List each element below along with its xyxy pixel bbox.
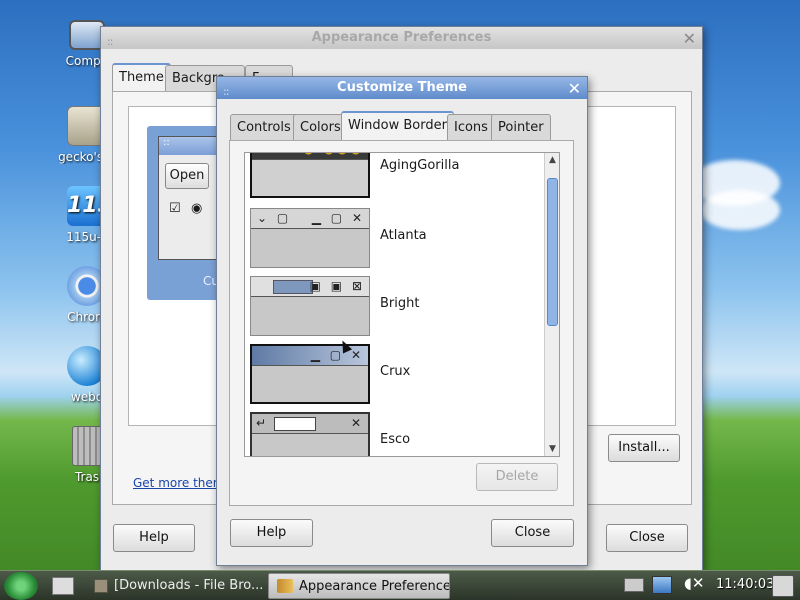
tab-pointer[interactable]: Pointer: [491, 114, 551, 140]
tab-label: Colors: [300, 120, 341, 135]
taskbar: [Downloads - File Bro... Appearance Pref…: [0, 570, 800, 600]
close-icon[interactable]: ✕: [683, 28, 696, 49]
delete-button[interactable]: Delete: [476, 463, 558, 491]
window-border-list[interactable]: ● ●●● AgingGorilla ⌄ ▢ ▁ ▢ ✕ Atlanta ▣ ▣…: [244, 152, 560, 457]
border-name: Esco: [380, 432, 411, 447]
border-name: Crux: [380, 364, 411, 379]
help-label: Help: [139, 530, 169, 545]
preview-checkbox-icon: ☑: [169, 201, 181, 216]
tray-app-icon[interactable]: [772, 575, 794, 597]
close-label: Close: [514, 525, 551, 540]
list-item[interactable]: ⌄ ▢ ▁ ▢ ✕ Atlanta: [250, 208, 540, 268]
border-preview-aginggorilla: ● ●●●: [250, 153, 370, 198]
list-item[interactable]: ● ●●● AgingGorilla: [250, 153, 540, 198]
network-icon[interactable]: [652, 576, 672, 594]
appearance-help-button[interactable]: Help: [113, 524, 195, 552]
file-browser-icon: [94, 579, 108, 593]
delete-label: Delete: [495, 469, 539, 484]
window-title: Appearance Preferences: [311, 30, 492, 45]
tab-window-border[interactable]: Window Border: [341, 111, 454, 140]
appearance-titlebar[interactable]: :: Appearance Preferences ✕: [101, 27, 702, 49]
tab-controls[interactable]: Controls: [230, 114, 298, 140]
dialog-close-button[interactable]: Close: [491, 519, 574, 547]
border-name: Atlanta: [380, 228, 427, 243]
appearance-close-button[interactable]: Close: [606, 524, 688, 552]
tab-label: Controls: [237, 120, 291, 135]
help-label: Help: [256, 525, 287, 540]
scroll-down-icon[interactable]: ▼: [545, 442, 559, 456]
list-item[interactable]: ▁ ▢ ✕ Crux: [250, 344, 540, 404]
preview-open-button: Open: [165, 163, 209, 189]
border-preview-esco: ↵ ✕: [250, 412, 370, 456]
trash-icon: [72, 426, 102, 466]
customize-titlebar[interactable]: :: Customize Theme ✕: [217, 77, 587, 99]
list-item[interactable]: ↵ ✕ Esco: [250, 412, 540, 456]
task-label: Appearance Preferences: [299, 579, 450, 594]
keyboard-icon[interactable]: [624, 578, 644, 592]
close-icon[interactable]: ✕: [568, 78, 581, 99]
install-button[interactable]: Install...: [608, 434, 680, 462]
tab-label: Theme: [119, 70, 164, 85]
preview-radio-icon: ◉: [191, 201, 203, 216]
scrollbar-thumb[interactable]: [547, 178, 558, 326]
tab-label: Pointer: [498, 120, 544, 135]
task-appearance-preferences[interactable]: Appearance Preferences: [268, 573, 450, 599]
desktop-icon-label: Tras: [74, 470, 100, 484]
task-downloads[interactable]: [Downloads - File Bro...: [114, 573, 264, 599]
window-menu-icon[interactable]: ::: [223, 81, 230, 102]
show-desktop-icon[interactable]: [52, 577, 74, 595]
tab-label: Window Border: [348, 118, 447, 133]
close-label: Close: [629, 530, 665, 545]
tab-label: Icons: [454, 120, 488, 135]
tab-colors[interactable]: Colors: [293, 114, 348, 140]
border-preview-crux: ▁ ▢ ✕: [250, 344, 370, 404]
tab-icons[interactable]: Icons: [447, 114, 495, 140]
tab-theme[interactable]: Theme: [112, 63, 171, 92]
border-preview-atlanta: ⌄ ▢ ▁ ▢ ✕: [250, 208, 370, 268]
window-menu-icon[interactable]: ::: [107, 31, 114, 52]
start-menu-button[interactable]: [4, 572, 38, 600]
install-label: Install...: [618, 440, 670, 455]
list-item[interactable]: ▣ ▣ ⊠ Bright: [250, 276, 540, 336]
dialog-title: Customize Theme: [337, 80, 467, 95]
get-more-themes-link[interactable]: Get more them: [133, 476, 224, 490]
volume-muted-icon[interactable]: ◖✕: [684, 574, 704, 592]
border-name: AgingGorilla: [380, 158, 460, 173]
list-scrollbar[interactable]: ▲ ▼: [544, 153, 559, 456]
dialog-help-button[interactable]: Help: [230, 519, 313, 547]
scroll-up-icon[interactable]: ▲: [545, 153, 559, 167]
appearance-app-icon: [277, 579, 293, 593]
border-preview-bright: ▣ ▣ ⊠: [250, 276, 370, 336]
task-label: [Downloads - File Bro...: [114, 578, 264, 593]
clock[interactable]: 11:40:03: [716, 577, 774, 592]
desktop-icon-label: webo: [70, 390, 104, 404]
border-name: Bright: [380, 296, 420, 311]
